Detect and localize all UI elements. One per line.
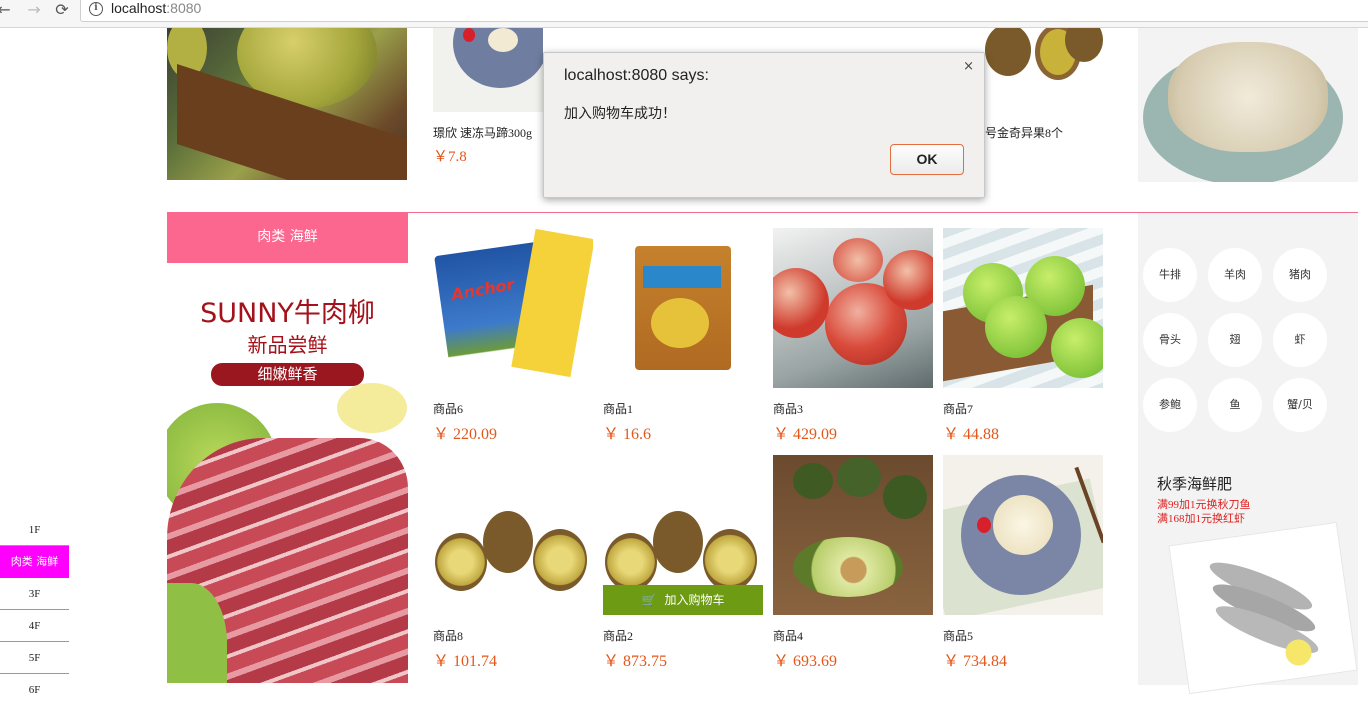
product-price: ￥ 16.6 — [603, 426, 652, 443]
promo-tag: 细嫩鲜香 — [211, 363, 364, 386]
product-image[interactable] — [433, 455, 593, 615]
product-image[interactable] — [985, 28, 1103, 112]
category-lamb[interactable]: 羊肉 — [1208, 248, 1262, 302]
product-name[interactable]: 璟欣 速冻马蹄300g — [433, 124, 532, 141]
product-image[interactable] — [943, 228, 1103, 388]
product-price: ￥ 220.09 — [433, 426, 498, 443]
category-panel: 牛排 羊肉 猪肉 骨头 翅 虾 参鲍 鱼 蟹/贝 秋季海鲜肥 满99加1元换秋刀… — [1138, 213, 1358, 695]
product-name[interactable]: 商品8 — [433, 627, 463, 644]
close-icon[interactable]: × — [963, 59, 974, 74]
product-name[interactable]: 商品3 — [773, 400, 803, 417]
shrimp-plate-image — [1168, 521, 1358, 695]
floor-nav-4f[interactable]: 4F — [0, 610, 69, 642]
category-pork[interactable]: 猪肉 — [1273, 248, 1327, 302]
info-icon[interactable]: i — [89, 2, 103, 16]
cart-icon: 🛒 — [641, 593, 657, 607]
dialog-message: 加入购物车成功！ — [564, 106, 676, 122]
url-text: localhost:8080 — [111, 0, 202, 16]
address-bar[interactable]: i localhost:8080 — [80, 0, 1368, 22]
product-image[interactable] — [433, 28, 543, 112]
floor-header[interactable]: 肉类 海鲜 — [167, 212, 408, 263]
product-price: ￥ 44.88 — [943, 426, 1000, 443]
forward-icon[interactable]: → — [24, 0, 44, 20]
product-image[interactable] — [943, 455, 1103, 615]
mushroom-banner-image[interactable] — [1138, 28, 1358, 182]
floor-nav-5f[interactable]: 5F — [0, 642, 69, 674]
product-image[interactable] — [773, 228, 933, 388]
page-content: 璟欣 速冻马蹄300g ￥7.8 号金奇异果8个 9 肉类 海鲜 SUNNY牛肉… — [0, 28, 1368, 702]
product-price: ￥ 873.75 — [603, 653, 668, 670]
product-name[interactable]: 商品2 — [603, 627, 633, 644]
product-name[interactable]: 商品5 — [943, 627, 973, 644]
category-beef-steak[interactable]: 牛排 — [1143, 248, 1197, 302]
product-image[interactable]: 🛒 加入购物车 — [603, 455, 763, 615]
back-icon[interactable]: ← — [0, 0, 14, 20]
promo-subtitle: 新品尝鲜 — [247, 333, 328, 357]
category-abalone[interactable]: 参鲍 — [1143, 378, 1197, 432]
product-name[interactable]: 商品1 — [603, 400, 633, 417]
product-price: ￥ 693.69 — [773, 653, 838, 670]
browser-toolbar: ← → ⟳ i localhost:8080 — [0, 0, 1368, 28]
product-name[interactable]: 商品4 — [773, 627, 803, 644]
category-bones[interactable]: 骨头 — [1143, 313, 1197, 367]
lemon-shape — [337, 383, 407, 433]
product-name[interactable]: 商品6 — [433, 400, 463, 417]
seafood-ad[interactable]: 秋季海鲜肥 满99加1元换秋刀鱼 满168加1元换红虾 — [1138, 463, 1358, 695]
seafood-ad-line2: 满168加1元换红虾 — [1157, 513, 1245, 525]
product-price: ￥7.8 — [433, 149, 467, 165]
category-shrimp[interactable]: 虾 — [1273, 313, 1327, 367]
add-to-cart-label: 加入购物车 — [664, 593, 725, 607]
product-name[interactable]: 号金奇异果8个 — [985, 124, 1063, 141]
alert-dialog: localhost:8080 says: × 加入购物车成功！ OK — [543, 52, 985, 198]
dialog-title: localhost:8080 says: — [564, 67, 709, 84]
product-image[interactable]: Anchor — [433, 228, 593, 388]
product-name[interactable]: 商品7 — [943, 400, 973, 417]
category-crab-shellfish[interactable]: 蟹/贝 — [1273, 378, 1327, 432]
floor-nav-meat-seafood[interactable]: 肉类 海鲜 — [0, 546, 69, 578]
product-image[interactable] — [773, 455, 933, 615]
product-price: ￥ 734.84 — [943, 653, 1008, 670]
floor-nav-1f[interactable]: 1F — [0, 514, 69, 546]
product-image[interactable] — [603, 228, 763, 388]
add-to-cart-button[interactable]: 🛒 加入购物车 — [603, 585, 763, 615]
beef-promo-banner[interactable]: SUNNY牛肉柳 新品尝鲜 细嫩鲜香 — [167, 263, 408, 683]
category-fish[interactable]: 鱼 — [1208, 378, 1262, 432]
seafood-ad-title: 秋季海鲜肥 — [1157, 475, 1233, 493]
pear-banner-image[interactable] — [167, 28, 407, 180]
reload-icon[interactable]: ⟳ — [52, 0, 72, 20]
floor-nav: 1F 肉类 海鲜 3F 4F 5F 6F — [0, 514, 69, 702]
product-price: ￥ 429.09 — [773, 426, 838, 443]
promo-title: SUNNY牛肉柳 — [200, 298, 375, 329]
floor-nav-6f[interactable]: 6F — [0, 674, 69, 702]
ok-button[interactable]: OK — [890, 144, 964, 175]
product-price: ￥ 101.74 — [433, 653, 498, 670]
floor-nav-3f[interactable]: 3F — [0, 578, 69, 610]
category-wings[interactable]: 翅 — [1208, 313, 1262, 367]
